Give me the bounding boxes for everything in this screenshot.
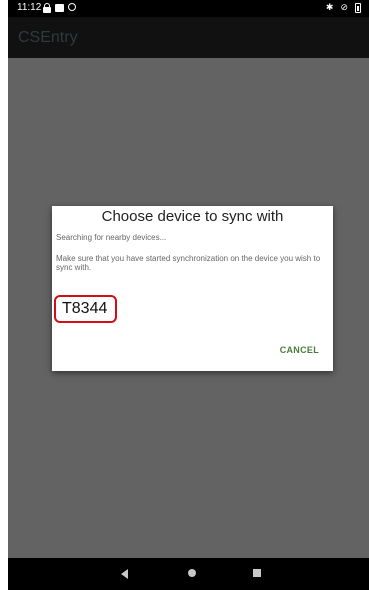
bluetooth-icon: ✱ [325,2,334,12]
instructions-text: Make sure that you have started synchron… [56,254,321,272]
status-time: 11:12 [17,2,42,13]
message-icon [55,4,64,12]
lock-icon [43,3,51,13]
dialog-title: Choose device to sync with [101,208,284,225]
navigation-bar [8,558,369,590]
status-bar: 11:12 ✱ ⊘ [8,0,369,17]
app-bar: CSEntry [8,17,369,58]
status-notification-icons [43,3,76,13]
device-name: T8344 [62,300,108,317]
circle-icon [68,3,76,11]
app-title: CSEntry [18,29,78,46]
cancel-button[interactable]: CANCEL [280,345,319,355]
no-signal-icon: ⊘ [340,2,348,12]
battery-icon [355,3,361,13]
device-list-item[interactable]: T8344 [54,295,117,323]
device-screen: 11:12 ✱ ⊘ CSEntry Choose device to sync … [8,0,369,590]
home-icon[interactable] [188,569,196,577]
recents-icon[interactable] [253,569,261,577]
status-system-icons: ✱ ⊘ [326,2,361,13]
back-icon[interactable] [121,569,128,579]
search-status-text: Searching for nearby devices... [56,233,167,242]
sync-device-dialog: Choose device to sync with Searching for… [52,206,333,371]
